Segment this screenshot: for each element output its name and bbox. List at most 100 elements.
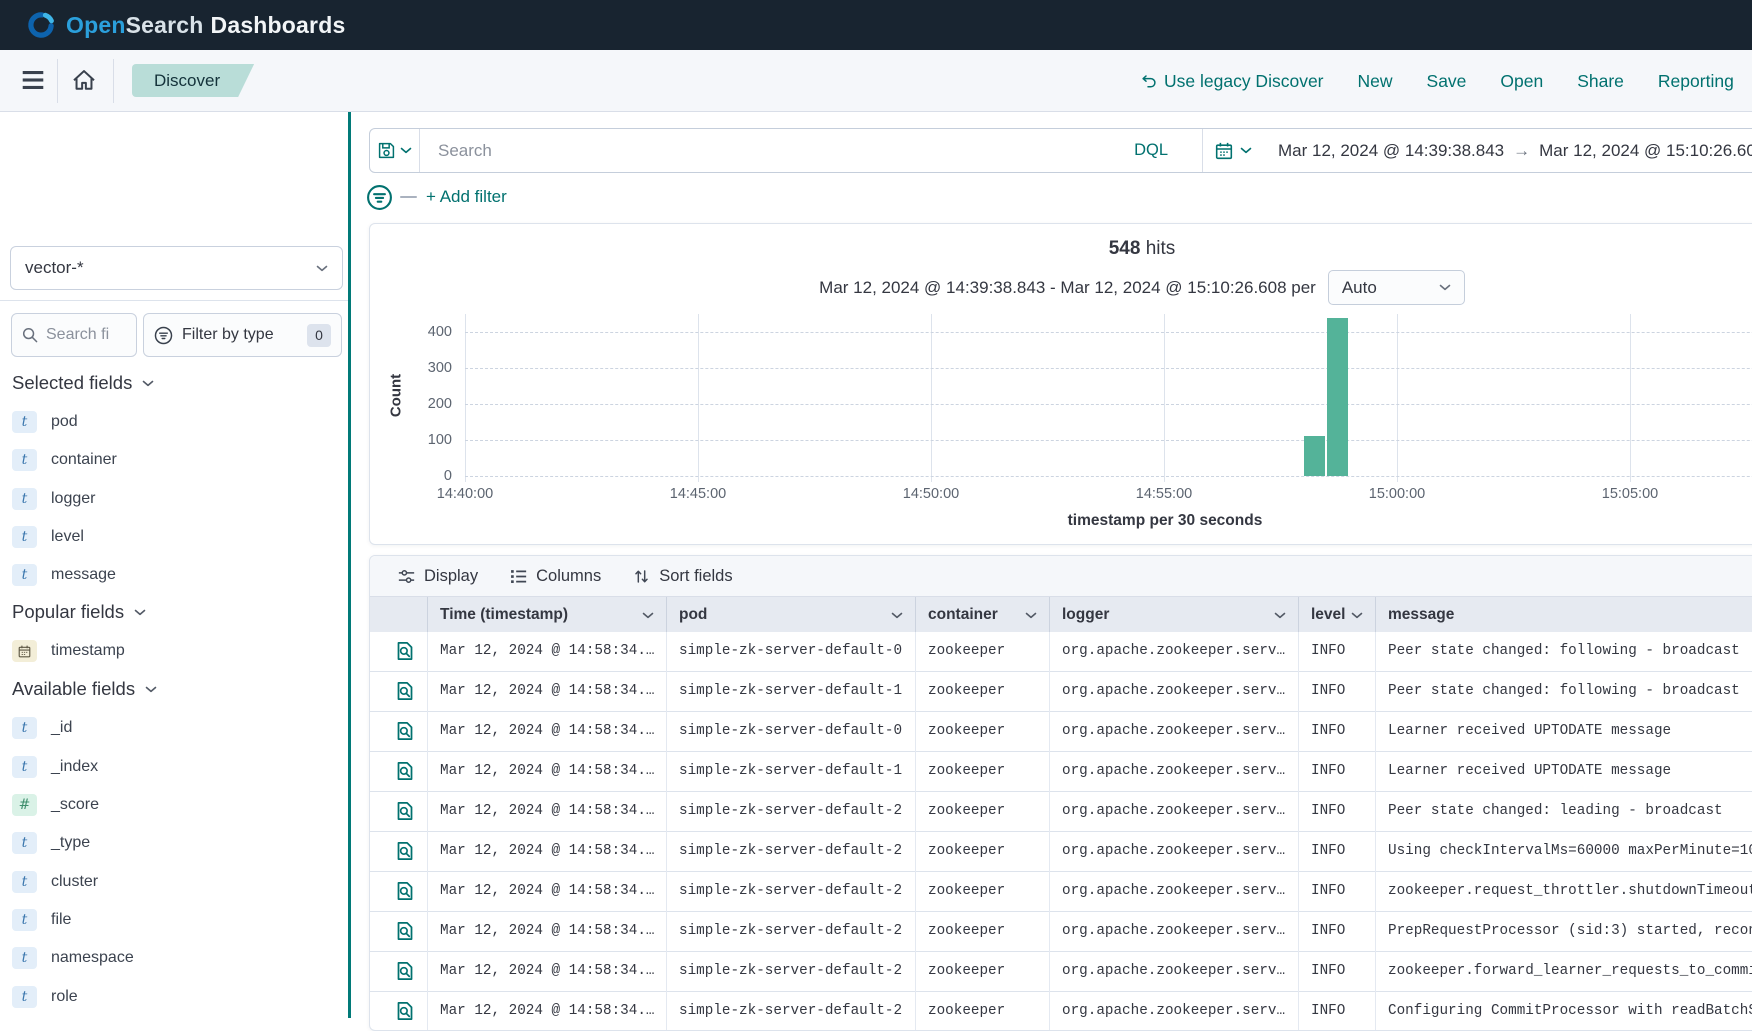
sidebar-field-index[interactable]: t_index — [12, 756, 98, 778]
cell-level: INFO — [1298, 752, 1375, 792]
saved-query-menu-button[interactable] — [370, 129, 420, 172]
histogram-bar[interactable] — [1327, 318, 1348, 476]
use-legacy-discover-button[interactable]: Use legacy Discover — [1142, 71, 1324, 92]
header-pod[interactable]: pod — [666, 597, 915, 633]
header-level[interactable]: level — [1298, 597, 1375, 633]
add-filter-button[interactable]: + Add filter — [426, 187, 507, 207]
expand-row-button[interactable] — [394, 1001, 416, 1023]
sidebar-field-logger[interactable]: tlogger — [12, 488, 95, 510]
string-type-badge: t — [12, 488, 37, 510]
chevron-down-icon[interactable] — [1351, 612, 1363, 619]
display-options-icon — [398, 568, 415, 585]
header-message[interactable]: message — [1375, 597, 1752, 633]
sidebar-field-container[interactable]: t container — [12, 449, 117, 471]
chevron-down-icon[interactable] — [1025, 612, 1037, 619]
new-button[interactable]: New — [1358, 71, 1393, 92]
cell-pod: simple-zk-server-default-1 — [666, 752, 915, 792]
inspect-document-icon — [395, 641, 415, 661]
cell-container: zookeeper — [915, 712, 1049, 752]
expand-row-button[interactable] — [394, 641, 416, 663]
expand-row-button[interactable] — [394, 801, 416, 823]
sidebar-field-level[interactable]: tlevel — [12, 526, 84, 548]
cell-logger: org.apache.zookeeper.serv… — [1049, 712, 1298, 752]
expand-row-button[interactable] — [394, 721, 416, 743]
expand-row-button[interactable] — [394, 921, 416, 943]
table-row: Mar 12, 2024 @ 14:58:34.… simple-zk-serv… — [370, 952, 1752, 992]
popular-fields-header[interactable]: Popular fields — [12, 601, 146, 623]
date-from[interactable]: Mar 12, 2024 @ 14:39:38.843 — [1278, 141, 1504, 161]
sidebar-field-role[interactable]: trole — [12, 986, 78, 1008]
sidebar-field-type[interactable]: t_type — [12, 832, 90, 854]
chevron-down-icon[interactable] — [1274, 612, 1286, 619]
string-type-badge: t — [12, 871, 37, 893]
filter-dash — [400, 196, 417, 198]
sidebar-field-score[interactable]: #_score — [12, 794, 99, 816]
number-type-badge: # — [12, 794, 37, 816]
expand-row-button[interactable] — [394, 841, 416, 863]
cell-pod: simple-zk-server-default-0 — [666, 632, 915, 672]
sort-fields-button[interactable]: Sort fields — [633, 567, 732, 586]
cell-logger: org.apache.zookeeper.serv… — [1049, 832, 1298, 872]
breadcrumb[interactable]: Discover — [132, 64, 254, 97]
reporting-button[interactable]: Reporting — [1658, 71, 1734, 92]
menu-hamburger-icon[interactable] — [22, 71, 44, 89]
string-type-badge: t — [12, 449, 37, 471]
date-to[interactable]: Mar 12, 2024 @ 15:10:26.608 — [1539, 141, 1752, 161]
expand-row-button[interactable] — [394, 761, 416, 783]
sidebar-field-id[interactable]: t_id — [12, 717, 72, 739]
sidebar-resize-handle[interactable] — [348, 112, 351, 1018]
cell-level: INFO — [1298, 992, 1375, 1031]
header-container[interactable]: container — [915, 597, 1049, 633]
expand-row-button[interactable] — [394, 881, 416, 903]
field-search-input[interactable]: Search fi — [11, 313, 137, 357]
search-input[interactable]: Search DQL — [420, 129, 1202, 172]
index-pattern-select[interactable]: vector-* — [10, 246, 343, 290]
chevron-down-icon[interactable] — [642, 612, 654, 619]
column-label: level — [1311, 606, 1345, 624]
open-button[interactable]: Open — [1500, 71, 1543, 92]
display-button[interactable]: Display — [398, 567, 478, 586]
sidebar-divider — [0, 300, 349, 301]
expand-row-button[interactable] — [394, 961, 416, 983]
date-picker[interactable]: Mar 12, 2024 @ 14:39:38.843 → Mar 12, 20… — [1202, 129, 1752, 172]
chevron-down-icon — [316, 265, 328, 272]
header-time[interactable]: Time (timestamp) — [427, 597, 666, 633]
filter-bar: + Add filter — [366, 183, 507, 211]
gridline — [1397, 314, 1398, 482]
sidebar-field-namespace[interactable]: tnamespace — [12, 947, 134, 969]
column-label: container — [928, 606, 998, 624]
gridline — [465, 314, 466, 482]
home-icon[interactable] — [72, 69, 96, 91]
sidebar-field-file[interactable]: tfile — [12, 909, 71, 931]
histogram-bar[interactable] — [1304, 436, 1325, 476]
chevron-down-icon[interactable] — [891, 612, 903, 619]
save-button[interactable]: Save — [1427, 71, 1467, 92]
available-fields-header[interactable]: Available fields — [12, 678, 157, 700]
share-button[interactable]: Share — [1577, 71, 1624, 92]
cell-container: zookeeper — [915, 872, 1049, 912]
sidebar-field-pod[interactable]: tpod — [12, 411, 78, 433]
table-row: Mar 12, 2024 @ 14:58:34.… simple-zk-serv… — [370, 752, 1752, 792]
inspect-document-icon — [395, 761, 415, 781]
header-logger[interactable]: logger — [1049, 597, 1298, 633]
selected-fields-header[interactable]: Selected fields — [12, 372, 154, 394]
undo-icon — [1142, 75, 1157, 88]
sidebar-field-message[interactable]: tmessage — [12, 564, 116, 586]
filter-by-type-button[interactable]: Filter by type 0 — [143, 313, 342, 357]
logo-dashboards: Dashboards — [211, 12, 346, 38]
gridline — [465, 476, 1752, 477]
gridline — [465, 440, 1752, 441]
table-toolbar: Display Columns Sort fields — [370, 556, 1752, 596]
columns-button[interactable]: Columns — [510, 567, 601, 586]
logo-open: Open — [66, 12, 126, 38]
cell-time: Mar 12, 2024 @ 14:58:34.… — [427, 912, 666, 952]
expand-row-button[interactable] — [394, 681, 416, 703]
cell-time: Mar 12, 2024 @ 14:58:34.… — [427, 712, 666, 752]
field-name: namespace — [51, 949, 134, 967]
x-axis-title: timestamp per 30 seconds — [465, 512, 1752, 530]
field-name: container — [51, 451, 117, 469]
query-language-button[interactable]: DQL — [1134, 141, 1168, 160]
sidebar-field-cluster[interactable]: tcluster — [12, 871, 98, 893]
sidebar-field-timestamp[interactable]: timestamp — [12, 640, 125, 662]
filter-icon[interactable] — [366, 184, 393, 211]
